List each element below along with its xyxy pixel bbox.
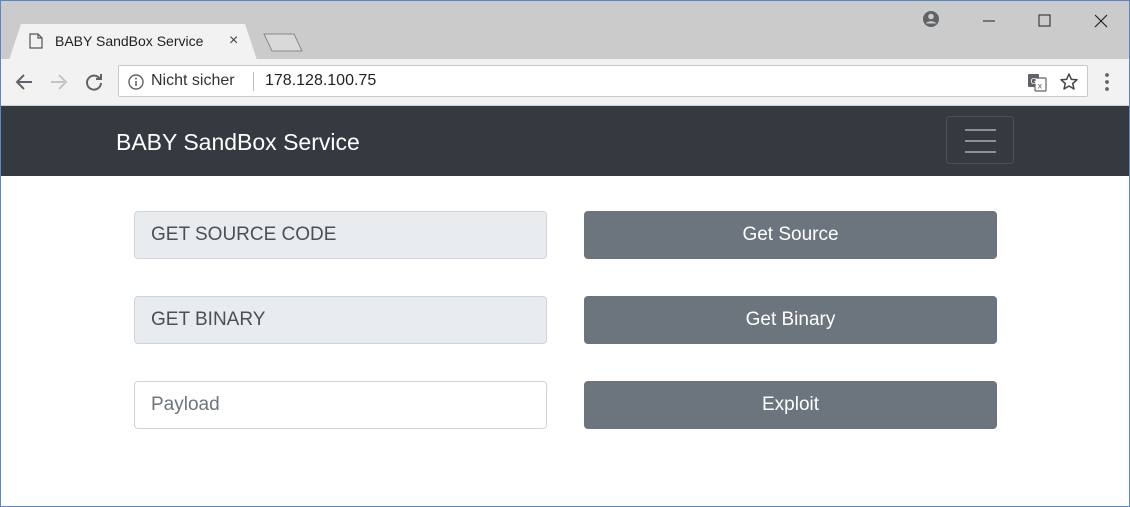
browser-window: BABY SandBox Service × Nicht sicher 178.… <box>0 0 1130 507</box>
hamburger-icon-bar <box>965 151 996 153</box>
hamburger-icon-bar <box>965 129 996 131</box>
svg-text:x: x <box>1038 82 1043 91</box>
url-text[interactable]: 178.128.100.75 <box>265 72 376 90</box>
site-navbar: BABY SandBox Service <box>1 106 1129 176</box>
hamburger-icon-bar <box>965 140 996 142</box>
bookmark-star-icon[interactable] <box>1059 72 1079 92</box>
back-arrow-icon[interactable] <box>13 71 35 93</box>
exploit-button[interactable]: Exploit <box>584 381 997 429</box>
security-label[interactable]: Nicht sicher <box>151 72 235 90</box>
tab-strip: BABY SandBox Service × <box>1 1 1129 60</box>
reload-icon[interactable] <box>83 71 105 93</box>
page-icon <box>29 33 43 49</box>
minimize-icon[interactable] <box>977 9 1001 33</box>
get-binary-button[interactable]: Get Binary <box>584 296 997 344</box>
svg-text:G: G <box>1031 77 1037 86</box>
get-source-button[interactable]: Get Source <box>584 211 997 259</box>
navbar-toggler-button[interactable] <box>946 116 1014 164</box>
source-code-field: GET SOURCE CODE <box>134 211 547 259</box>
address-bar[interactable]: Nicht sicher 178.128.100.75 G x <box>118 65 1088 97</box>
forward-arrow-icon[interactable] <box>48 71 70 93</box>
address-separator <box>253 72 254 91</box>
translate-icon[interactable]: G x <box>1027 72 1047 92</box>
tab-close-icon[interactable]: × <box>229 32 238 50</box>
info-icon[interactable] <box>128 74 144 90</box>
binary-field: GET BINARY <box>134 296 547 344</box>
browser-menu-icon[interactable] <box>1099 71 1115 93</box>
browser-toolbar: Nicht sicher 178.128.100.75 G x <box>1 59 1129 106</box>
close-window-icon[interactable] <box>1089 9 1113 33</box>
profile-icon[interactable] <box>919 7 943 31</box>
payload-input[interactable] <box>134 381 547 429</box>
maximize-icon[interactable] <box>1032 9 1056 33</box>
tab-title: BABY SandBox Service <box>55 33 204 49</box>
navbar-brand[interactable]: BABY SandBox Service <box>116 129 360 156</box>
new-tab-button[interactable] <box>263 33 303 52</box>
